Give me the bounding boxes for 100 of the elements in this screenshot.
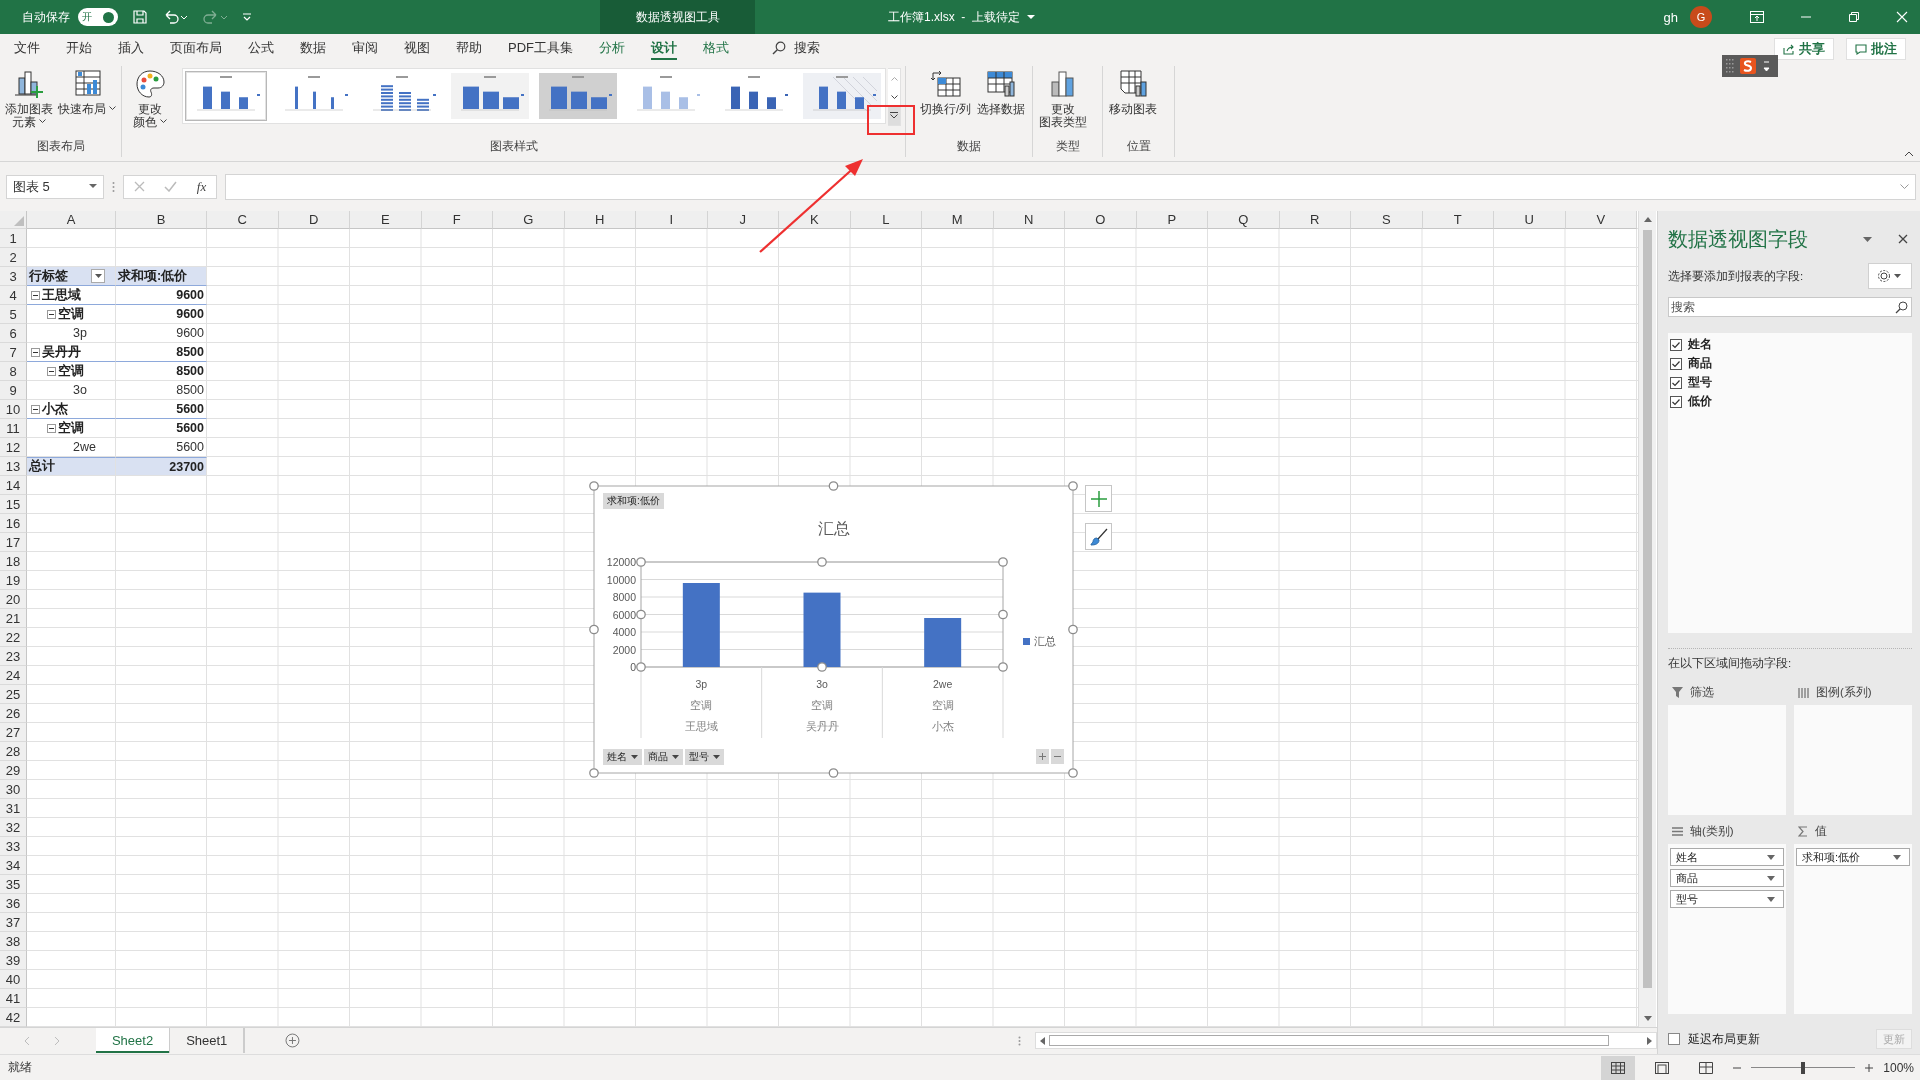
row-header[interactable]: 24: [0, 666, 27, 685]
row-header[interactable]: 17: [0, 533, 27, 552]
row-header[interactable]: 4: [0, 286, 27, 305]
resize-handle[interactable]: [589, 768, 599, 778]
row-header[interactable]: 40: [0, 970, 27, 989]
row-header[interactable]: 38: [0, 932, 27, 951]
collapse-ribbon-icon[interactable]: [1904, 151, 1914, 157]
column-header[interactable]: K: [779, 211, 851, 229]
scroll-left-icon[interactable]: [1040, 1036, 1046, 1045]
column-header[interactable]: H: [564, 211, 636, 229]
search-icon[interactable]: [772, 41, 786, 55]
column-header[interactable]: R: [1279, 211, 1351, 229]
column-header[interactable]: M: [922, 211, 994, 229]
ribbon-tab[interactable]: 分析: [586, 34, 638, 62]
row-header[interactable]: 16: [0, 514, 27, 533]
row-header[interactable]: 7: [0, 343, 27, 362]
caret-icon[interactable]: [1027, 14, 1035, 20]
ribbon-tab[interactable]: 插入: [105, 34, 157, 62]
search-icon[interactable]: [1895, 301, 1908, 314]
share-button[interactable]: 共享: [1774, 38, 1834, 60]
ribbon-tab[interactable]: 文件: [0, 34, 53, 62]
resize-handle[interactable]: [1068, 624, 1078, 635]
collapse-icon[interactable]: [31, 404, 40, 414]
column-header[interactable]: A: [27, 211, 116, 229]
column-header[interactable]: O: [1065, 211, 1137, 229]
normal-view-button[interactable]: [1601, 1055, 1636, 1080]
search-label[interactable]: 搜索: [794, 39, 820, 57]
ribbon-tab[interactable]: 数据: [287, 34, 339, 62]
row-header[interactable]: 2: [0, 248, 27, 267]
resize-handle[interactable]: [589, 481, 599, 491]
ribbon-tab[interactable]: 开始: [53, 34, 105, 62]
ribbon-tab[interactable]: 页面布局: [157, 34, 235, 62]
resize-handle[interactable]: [636, 609, 646, 620]
column-header[interactable]: P: [1136, 211, 1208, 229]
filter-dropdown-button[interactable]: [91, 269, 105, 283]
checkbox[interactable]: [1670, 395, 1682, 408]
ribbon-tab[interactable]: 格式: [690, 34, 742, 62]
row-header[interactable]: 28: [0, 742, 27, 761]
scroll-down-icon[interactable]: [1643, 1016, 1652, 1021]
resize-handle[interactable]: [828, 768, 839, 778]
row-header[interactable]: 35: [0, 875, 27, 894]
chart-style-thumbnail[interactable]: [449, 71, 531, 121]
quick-layout-button[interactable]: 快速布局: [56, 68, 117, 116]
drop-area[interactable]: 求和项:低价: [1794, 844, 1912, 1014]
row-header[interactable]: 22: [0, 628, 27, 647]
restore-icon[interactable]: [1848, 11, 1860, 23]
row-header[interactable]: 23: [0, 647, 27, 666]
autosave-toggle[interactable]: 开: [78, 8, 118, 26]
ribbon-tab[interactable]: 审阅: [339, 34, 391, 62]
axis-field-button[interactable]: 姓名: [603, 749, 642, 765]
field-chip[interactable]: 姓名: [1670, 848, 1784, 866]
ribbon-tab[interactable]: 公式: [235, 34, 287, 62]
plot-area[interactable]: [640, 561, 1004, 668]
ribbon-tab[interactable]: PDF工具集: [495, 34, 586, 62]
column-header[interactable]: D: [278, 211, 350, 229]
chart-style-thumbnail[interactable]: [537, 71, 619, 121]
row-header[interactable]: 1: [0, 229, 27, 248]
search-field[interactable]: 搜索: [1668, 297, 1912, 317]
select-data-button[interactable]: 选择数据: [975, 68, 1028, 116]
input-method-toolbar[interactable]: [1722, 55, 1778, 77]
column-header[interactable]: Q: [1208, 211, 1280, 229]
save-icon[interactable]: [132, 9, 148, 25]
checkbox[interactable]: [1670, 376, 1682, 389]
checkbox-label[interactable]: 延迟布局更新: [1688, 1031, 1868, 1047]
row-header[interactable]: 21: [0, 609, 27, 628]
sheet-tab[interactable]: Sheet2: [95, 1028, 171, 1053]
field-label[interactable]: 商品: [1688, 356, 1712, 371]
checkbox[interactable]: [1670, 357, 1682, 370]
change-chart-type-button[interactable]: 更改 图表类型: [1037, 68, 1089, 129]
formula-input[interactable]: [225, 173, 1916, 200]
split-handle-icon[interactable]: [1018, 1035, 1022, 1046]
add-sheet-icon[interactable]: [285, 1033, 301, 1048]
resize-handle[interactable]: [817, 662, 827, 672]
row-header[interactable]: 27: [0, 723, 27, 742]
sheet-tab[interactable]: Sheet1: [170, 1028, 245, 1053]
column-header[interactable]: J: [707, 211, 779, 229]
row-header[interactable]: 3: [0, 267, 27, 286]
row-header[interactable]: 11: [0, 419, 27, 438]
vertical-scrollbar[interactable]: [1638, 211, 1656, 1027]
bar[interactable]: [682, 583, 720, 667]
chart-styles-button[interactable]: [1085, 523, 1112, 550]
column-header[interactable]: I: [636, 211, 708, 229]
ribbon-tab[interactable]: 帮助: [443, 34, 495, 62]
scroll-up-icon[interactable]: [1643, 217, 1652, 222]
resize-handle[interactable]: [828, 481, 839, 491]
chevron-down-icon[interactable]: [1900, 183, 1909, 189]
row-header[interactable]: 19: [0, 571, 27, 590]
close-icon[interactable]: [1898, 234, 1908, 244]
resize-handle[interactable]: [817, 557, 827, 567]
row-header[interactable]: 36: [0, 894, 27, 913]
column-header[interactable]: U: [1494, 211, 1566, 229]
resize-handle[interactable]: [998, 557, 1008, 567]
redo-icon[interactable]: [202, 9, 228, 25]
row-header[interactable]: 33: [0, 837, 27, 856]
move-chart-button[interactable]: 移动图表: [1107, 68, 1159, 116]
collapse-field-button[interactable]: [1051, 749, 1064, 764]
row-header[interactable]: 12: [0, 438, 27, 457]
axis-field-button[interactable]: 商品: [644, 749, 683, 765]
column-header[interactable]: E: [350, 211, 422, 229]
pane-options-icon[interactable]: [1863, 236, 1872, 242]
